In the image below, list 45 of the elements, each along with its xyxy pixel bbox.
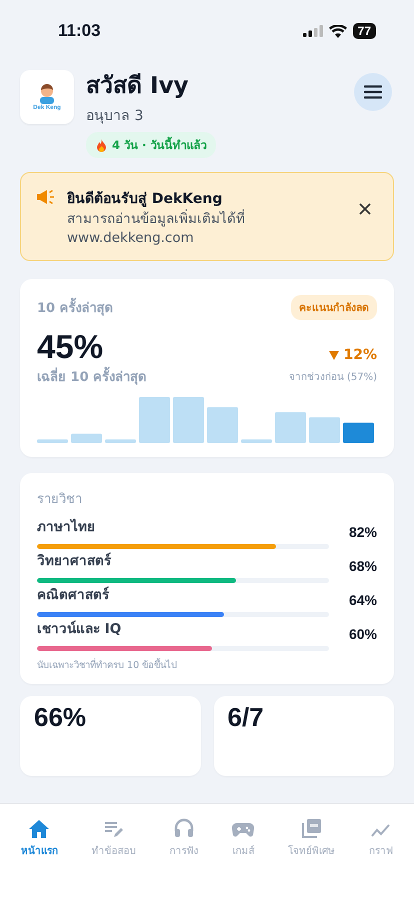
summary-value: 66%: [34, 702, 88, 732]
nav-tab[interactable]: ทำข้อสอบ: [90, 818, 138, 858]
average-caption: เฉลี่ย 10 ครั้งล่าสุด: [37, 366, 146, 387]
nav-tab[interactable]: กราฟ: [367, 818, 396, 858]
documents-icon: [302, 818, 322, 838]
summary-value: 6/7: [228, 702, 265, 732]
subject-name: วิทยาศาสตร์: [37, 553, 111, 569]
nav-tab[interactable]: การฟัง: [168, 818, 201, 858]
subject-percent: 68%: [348, 556, 377, 576]
grade-label: อนุบาล 3: [86, 107, 144, 126]
edit-list-icon: [104, 820, 124, 838]
megaphone-icon: [37, 190, 55, 204]
status-time: 11:03: [58, 21, 101, 41]
change-caption: จากช่วงก่อน (57%): [288, 371, 377, 384]
average-score: 45%: [37, 328, 104, 366]
battery-indicator: 77: [352, 23, 376, 39]
streak-text: 4 วัน · วันนี้ทำแล้ว: [112, 136, 206, 154]
subject-name: ภาษาไทย: [37, 519, 95, 535]
score-change: 12%: [329, 347, 377, 363]
home-icon: [29, 820, 50, 838]
nav-tab[interactable]: หน้าแรก: [18, 818, 60, 858]
subjects-title: รายวิชา: [37, 491, 83, 509]
gamepad-icon: [232, 822, 254, 838]
down-triangle-icon: [329, 350, 340, 360]
banner-title: ยินดีต้อนรับสู่ DekKeng: [67, 190, 224, 209]
subject-percent: 64%: [348, 590, 377, 610]
line-chart-icon: [371, 824, 392, 838]
recent-label: 10 ครั้งล่าสุด: [37, 297, 113, 318]
fire-icon: [96, 138, 107, 152]
signal-icon: [302, 25, 323, 37]
menu-button[interactable]: [354, 73, 392, 111]
subject-name: เชาวน์และ IQ: [37, 621, 122, 637]
menu-icon: [364, 85, 382, 99]
nav-tab[interactable]: เกมส์: [230, 818, 256, 858]
subjects-note: นับเฉพาะวิชาที่ทำครบ 10 ข้อขึ้นไป: [37, 657, 178, 672]
close-icon: [359, 203, 371, 215]
subject-percent: 82%: [348, 522, 377, 542]
wifi-icon: [328, 24, 347, 38]
subject-percent: 60%: [348, 624, 377, 644]
trend-badge: คะแนนกำลังลด: [291, 295, 377, 320]
subject-name: คณิตศาสตร์: [37, 587, 109, 603]
headphones-icon: [174, 818, 194, 838]
greeting-title: สวัสดี Ivy: [86, 72, 189, 101]
banner-text: สามารถอ่านข้อมูลเพิ่มเติมได้ที่ www.dekkeng.com: [67, 210, 246, 248]
nav-tab[interactable]: โจทย์พิเศษ: [286, 818, 338, 858]
